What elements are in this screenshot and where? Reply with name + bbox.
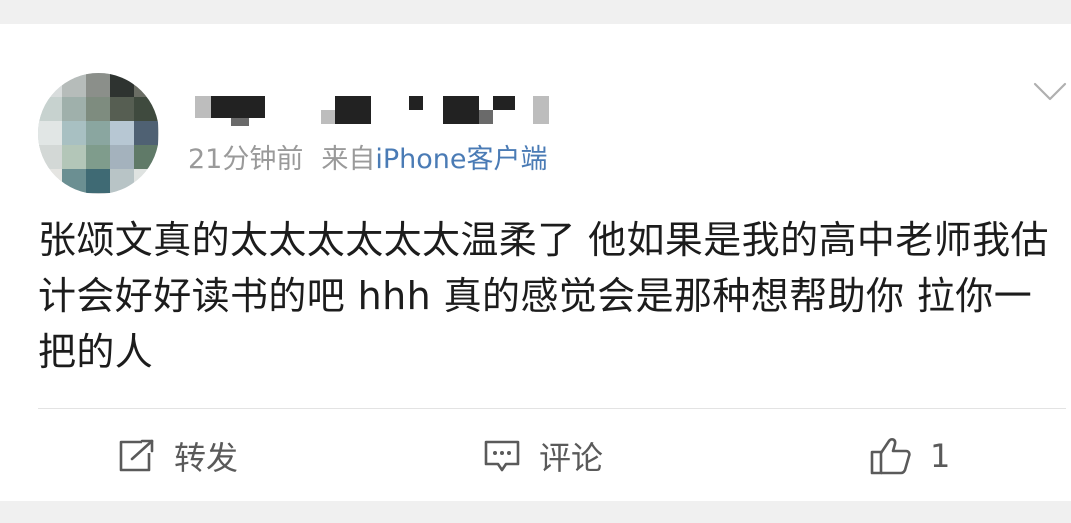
like-button[interactable]: 1: [870, 436, 950, 476]
chevron-down-icon[interactable]: [1033, 80, 1067, 104]
from-label: 来自: [321, 144, 376, 175]
post-meta: 21分钟前 来自iPhone客户端: [188, 142, 548, 178]
comment-button[interactable]: 评论: [483, 436, 604, 477]
repost-button[interactable]: 转发: [118, 436, 239, 477]
post-time: 21分钟前: [188, 144, 304, 175]
post-text: 张颂文真的太太太太太太温柔了 他如果是我的高中老师我估计会好好读书的吧 hhh …: [38, 218, 1049, 374]
post-card[interactable]: 21分钟前 来自iPhone客户端 张颂文真的太太太太太太温柔了 他如果是我的高中…: [0, 24, 1071, 501]
comment-label: 评论: [539, 439, 604, 477]
thumbs-up-icon: [870, 438, 911, 475]
repost-icon: [119, 439, 154, 472]
divider: [38, 408, 1066, 409]
comment-icon: [484, 440, 520, 472]
author-name-censored[interactable]: [195, 90, 555, 126]
repost-label: 转发: [174, 439, 239, 477]
like-count: 1: [930, 437, 951, 475]
weibo-screen: 21分钟前 来自iPhone客户端 张颂文真的太太太太太太温柔了 他如果是我的高中…: [0, 0, 1071, 523]
post-source-link[interactable]: iPhone客户端: [375, 144, 547, 175]
avatar[interactable]: [38, 73, 159, 194]
